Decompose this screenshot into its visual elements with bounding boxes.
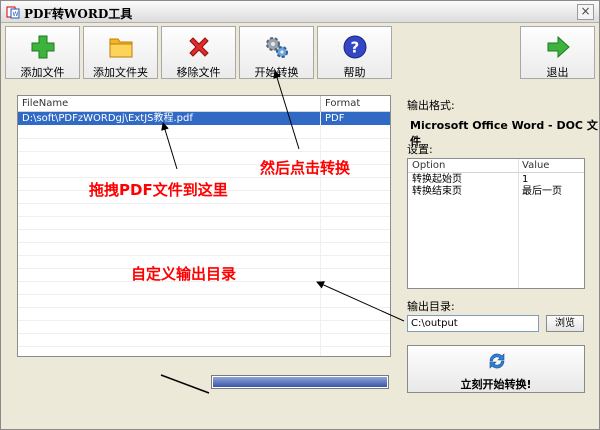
progress-bar [211,375,389,389]
file-row-format: PDF [325,113,345,124]
row-gridline [18,255,390,256]
progress-pointer-line [160,374,210,394]
file-row-filename: D:\soft\PDFzWORDgj\ExtJS教程.pdf [22,113,193,124]
plus-icon [31,35,54,59]
window-title: PDF转WORD工具 [24,7,133,21]
row-gridline [18,242,390,243]
row-gridline [18,320,390,321]
app-window: W PDF转WORD工具 × 添加文件 添加文件夹 移除文件 开始转换 ? 帮助… [0,0,600,430]
output-format-label: 输出格式: [407,99,455,112]
start-convert-button[interactable]: 开始转换 [239,26,314,79]
file-list[interactable]: FileName Format D:\soft\PDFzWORDgj\ExtJS… [17,95,391,357]
column-header-filename[interactable]: FileName [22,98,68,109]
help-label: 帮助 [343,66,366,79]
file-list-header: FileName Format [18,96,390,112]
options-header: Option Value [408,159,584,173]
exit-button[interactable]: 退出 [520,26,595,79]
row-gridline [18,151,390,152]
remove-file-button[interactable]: 移除文件 [161,26,236,79]
option-key: 转换结束页 [412,186,462,197]
option-key: 转换起始页 [412,174,462,185]
browse-button[interactable]: 浏览 [546,315,584,332]
file-row[interactable]: D:\soft\PDFzWORDgj\ExtJS教程.pdf PDF [18,112,390,125]
row-gridline [18,203,390,204]
row-gridline [18,307,390,308]
column-divider [320,96,321,112]
annotation-drag-here: 拖拽PDF文件到这里 [89,181,228,199]
option-value[interactable]: 最后一页 [522,186,562,198]
option-column-header: Option [412,160,446,171]
output-format-value: Microsoft Office Word - DOC 文件 [410,119,598,148]
title-bar: W PDF转WORD工具 × [1,1,599,23]
exit-label: 退出 [546,66,569,79]
add-folder-button[interactable]: 添加文件夹 [83,26,158,79]
add-file-button[interactable]: 添加文件 [5,26,80,79]
value-column-header: Value [522,160,550,171]
option-value[interactable]: 1 [522,174,528,186]
remove-file-label: 移除文件 [176,66,221,79]
option-row-end-page[interactable]: 转换结束页 最后一页 [408,186,584,198]
row-gridline [18,216,390,217]
close-button[interactable]: × [577,4,594,20]
svg-text:?: ? [350,39,359,57]
add-file-label: 添加文件 [20,66,65,79]
row-gridline [18,346,390,347]
add-folder-label: 添加文件夹 [93,66,148,79]
settings-label: 设置: [407,143,433,156]
start-now-button[interactable]: 立刻开始转换! [407,345,585,393]
row-gridline [18,229,390,230]
annotation-then-click: 然后点击转换 [260,159,351,177]
svg-text:W: W [13,11,19,18]
gears-icon [265,37,288,58]
red-x-icon [188,37,209,57]
refresh-icon [489,353,505,369]
row-gridline [18,138,390,139]
progress-fill [213,377,387,387]
start-now-label: 立刻开始转换! [460,378,532,391]
output-dir-input[interactable] [407,315,539,332]
app-icon: W [6,6,20,19]
row-gridline [18,294,390,295]
arrow-right-icon [547,35,570,59]
row-gridline [18,333,390,334]
close-icon: × [580,4,591,18]
options-table[interactable]: Option Value 转换起始页 1 转换结束页 最后一页 [407,158,585,289]
option-row-start-page[interactable]: 转换起始页 1 [408,174,584,186]
folder-icon [109,38,132,58]
help-button[interactable]: ? 帮助 [317,26,392,79]
start-convert-label: 开始转换 [254,66,299,79]
help-icon: ? [343,35,366,59]
output-dir-label: 输出目录: [407,300,455,313]
column-header-format[interactable]: Format [325,98,360,109]
annotation-custom-output: 自定义输出目录 [131,265,237,283]
